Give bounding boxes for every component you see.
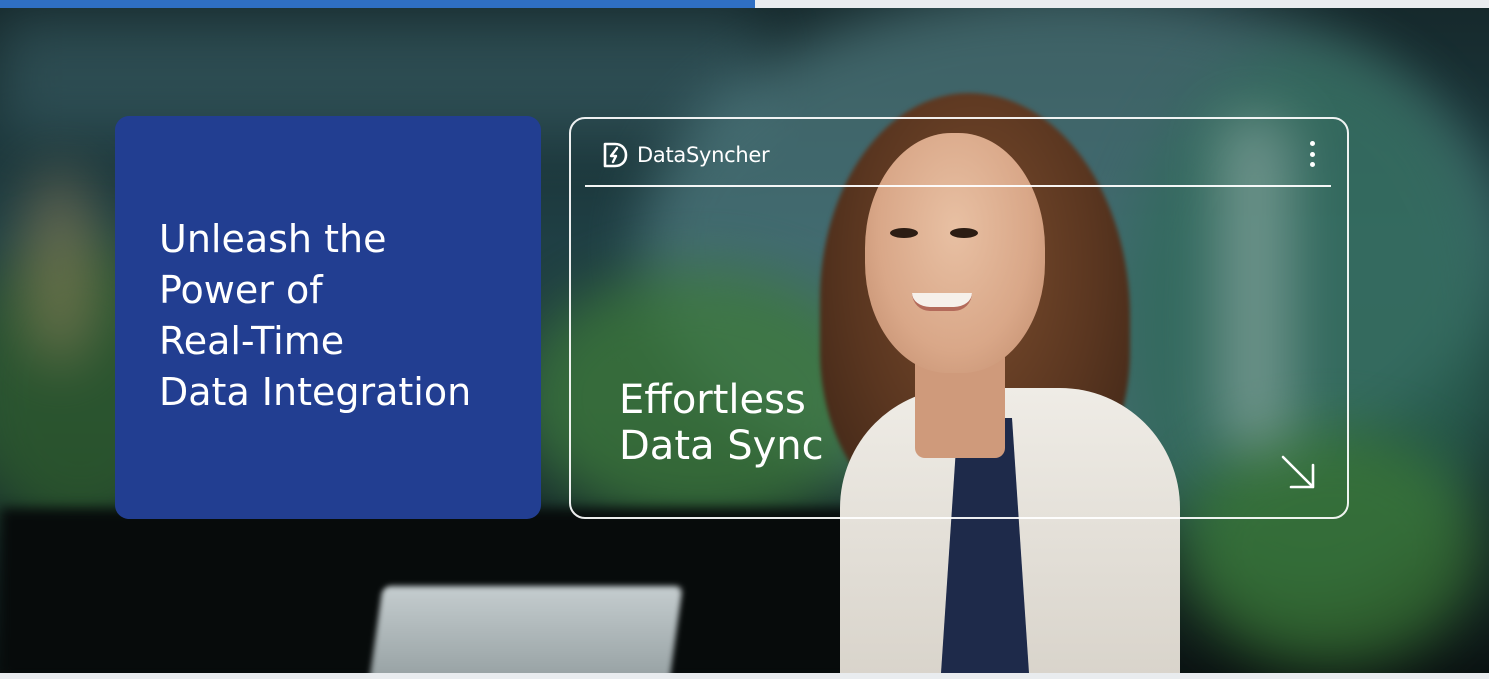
bottom-strip (0, 673, 1489, 679)
vertical-dots-icon[interactable] (1307, 141, 1317, 167)
hero-title-line: Data Integration (159, 370, 472, 414)
divider (585, 185, 1331, 187)
datasyncher-logo-icon (603, 142, 628, 168)
hero-title-line: Power of (159, 268, 323, 312)
card-headline-line: Data Sync (619, 423, 824, 469)
laptop (367, 586, 683, 673)
brand-name: DataSyncher (637, 143, 770, 167)
progress-bar (0, 0, 1489, 8)
brand-logo[interactable]: DataSyncher (601, 139, 770, 171)
card-headline: Effortless Data Sync (619, 377, 949, 469)
hero-card: Unleash the Power of Real-Time Data Inte… (115, 116, 541, 519)
card-headline-line: Effortless (619, 377, 806, 423)
arrow-down-right-icon[interactable] (1277, 451, 1319, 493)
hero-title-line: Unleash the (159, 217, 387, 261)
progress-bar-fill (0, 0, 755, 8)
hero-title: Unleash the Power of Real-Time Data Inte… (159, 214, 529, 418)
hero-title-line: Real-Time (159, 319, 345, 363)
glass-card: DataSyncher Effortless Data Sync (569, 117, 1349, 519)
